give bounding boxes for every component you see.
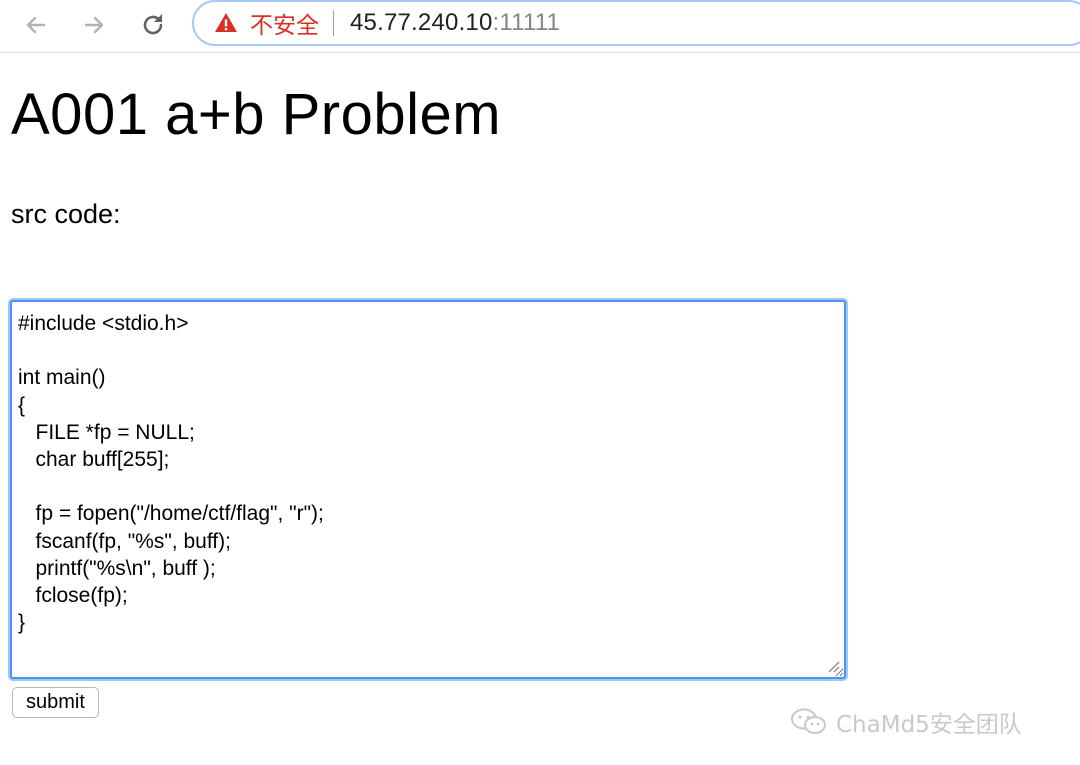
warning-icon[interactable] (214, 11, 238, 35)
watermark: ChaMd5安全团队 (790, 705, 1022, 739)
address-bar[interactable]: 不安全 45.77.240.10:11111 (192, 0, 1080, 46)
back-button[interactable] (19, 8, 53, 42)
reload-icon (143, 14, 163, 35)
page-content: A001 a+b Problem src code: submit ChaMd5… (0, 57, 1080, 765)
watermark-text: ChaMd5安全团队 (836, 712, 1022, 738)
resize-handle-icon[interactable] (826, 659, 840, 673)
source-code-textarea[interactable] (10, 300, 846, 679)
address-separator (333, 10, 334, 36)
src-code-label: src code: (11, 199, 121, 229)
reload-button[interactable] (136, 8, 170, 42)
insecure-label[interactable]: 不安全 (250, 6, 319, 40)
url-port: :11111 (492, 9, 561, 36)
arrow-left-icon (26, 16, 46, 34)
address-bar-content: 不安全 45.77.240.10:11111 (214, 2, 560, 44)
page-title: A001 a+b Problem (11, 82, 502, 147)
arrow-right-icon (84, 16, 104, 34)
url-host: 45.77.240.10 (350, 9, 493, 36)
wechat-icon (791, 708, 826, 734)
browser-toolbar: 不安全 45.77.240.10:11111 (0, 0, 1080, 53)
forward-button[interactable] (77, 8, 111, 42)
submit-button[interactable]: submit (12, 687, 99, 718)
